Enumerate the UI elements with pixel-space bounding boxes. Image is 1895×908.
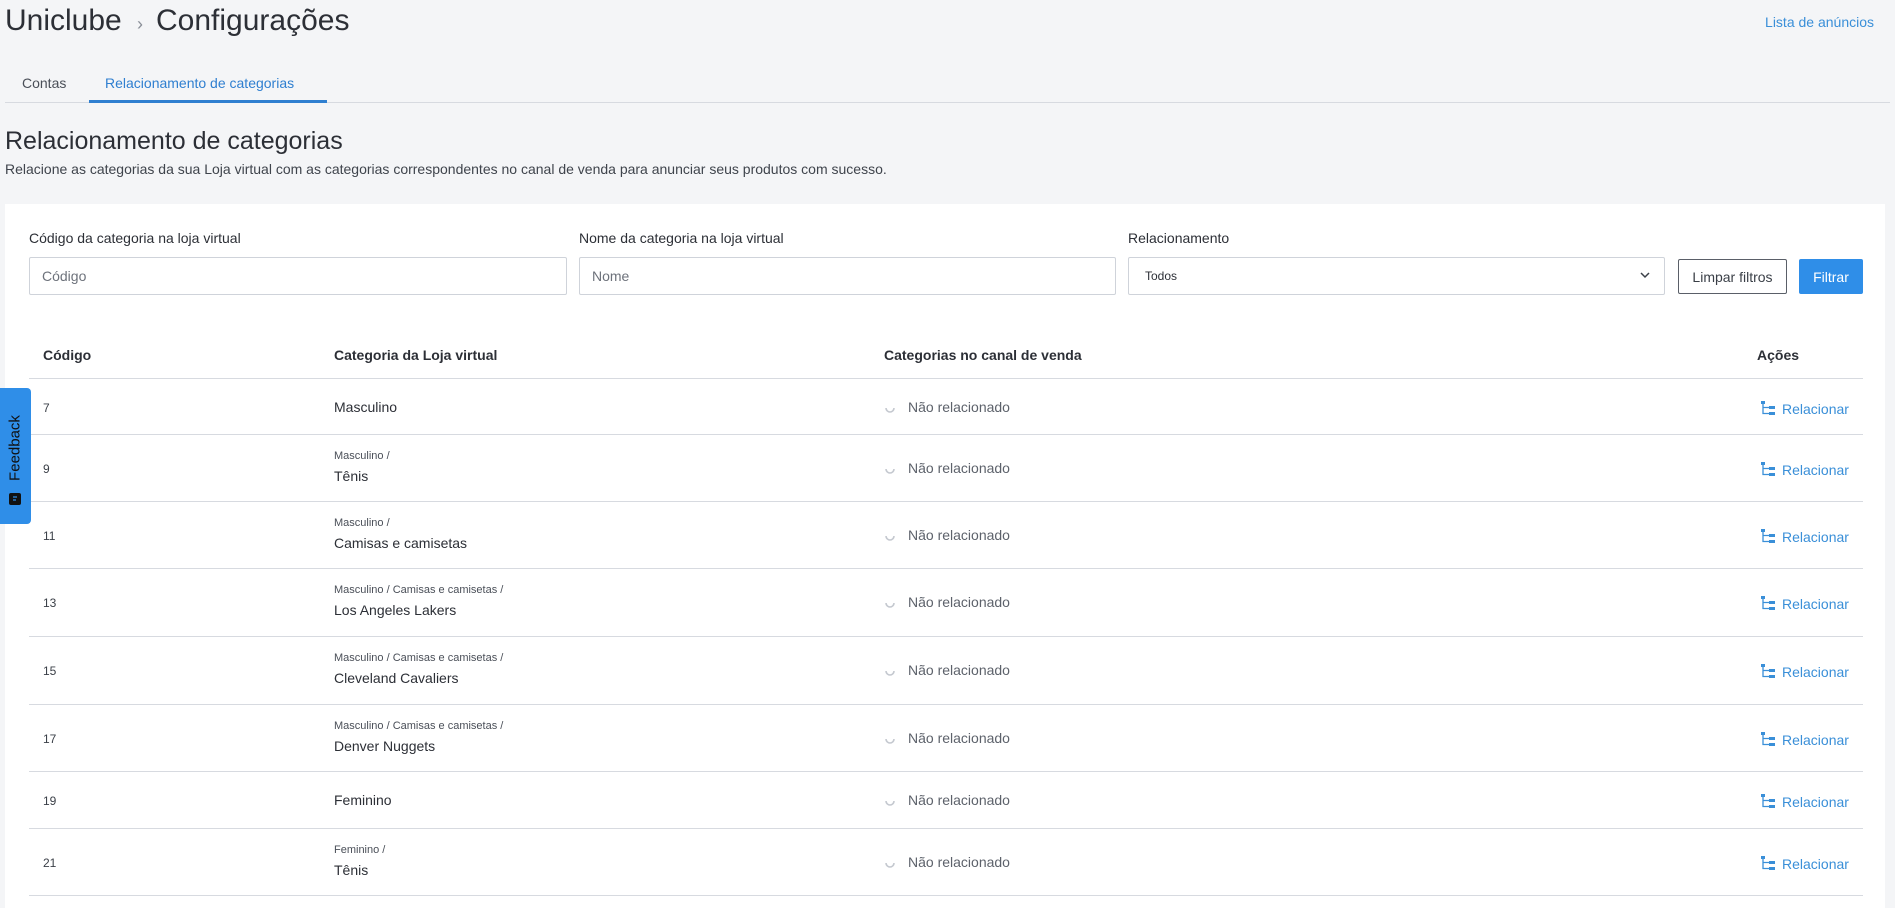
row-code: 19 [43,794,57,808]
row-category-name: Tênis [334,468,369,484]
page-title: Configurações [156,4,350,37]
row-code: 7 [43,401,50,415]
row-category-path: Masculino / [334,450,390,462]
spinner-icon [885,407,895,413]
relation-filter-label: Relacionamento [1128,230,1230,246]
relate-button-label: Relacionar [1782,664,1849,680]
row-status: Não relacionado [908,594,1010,610]
row-category-name: Cleveland Cavaliers [334,670,459,686]
sitemap-icon [1761,529,1775,543]
relate-button-label: Relacionar [1782,596,1849,612]
row-code: 9 [43,462,50,476]
header-channel-categories: Categorias no canal de venda [884,347,1082,363]
relate-button-label: Relacionar [1782,732,1849,748]
chevron-down-icon [1640,272,1650,279]
section-description: Relacione as categorias da sua Loja virt… [5,161,887,177]
row-code: 17 [43,732,57,746]
sitemap-icon [1761,596,1775,610]
row-status: Não relacionado [908,792,1010,808]
name-filter-label: Nome da categoria na loja virtual [579,230,784,246]
tab-bar: Contas Relacionamento de categorias [5,66,1890,103]
sitemap-icon [1761,856,1775,870]
comment-icon [9,493,21,505]
tab-category-relationship[interactable]: Relacionamento de categorias [105,75,294,91]
row-category-name: Feminino [334,792,392,808]
row-category-path: Masculino / [334,517,390,529]
row-category-name: Camisas e camisetas [334,535,468,551]
spinner-icon [885,800,895,806]
header-code: Código [43,347,92,363]
relate-button-label: Relacionar [1782,794,1849,810]
row-code: 21 [43,856,57,870]
sitemap-icon [1761,664,1775,678]
relation-filter-value: Todos [1145,269,1178,283]
table-row: 7 Masculino Não relacionado Relacionar [29,380,1863,435]
table-row: 19 Feminino Não relacionado Relacionar [29,772,1863,829]
row-category-path: Masculino / Camisas e camisetas / [334,584,504,596]
row-category-path: Masculino / Camisas e camisetas / [334,720,504,732]
spinner-icon [885,670,895,676]
row-code: 11 [43,529,56,543]
relate-button-label: Relacionar [1782,856,1849,872]
active-tab-indicator [89,100,327,103]
table-row: 13 Masculino / Camisas e camisetas / Los A… [29,569,1863,637]
relate-button-label: Relacionar [1782,529,1849,545]
code-filter-label: Código da categoria na loja virtual [29,230,241,246]
top-bar: Uniclube › Configurações Lista de anúnci… [0,0,1895,44]
row-category-path: Masculino / Camisas e camisetas / [334,652,504,664]
spinner-icon [885,602,895,608]
row-category-name: Masculino [334,399,398,415]
feedback-tab[interactable]: Feedback [0,388,31,524]
relate-button-label: Relacionar [1782,401,1849,417]
table-row: 15 Masculino / Camisas e camisetas / Cleve… [29,637,1863,705]
row-code: 15 [43,664,57,678]
breadcrumb-root[interactable]: Uniclube [5,4,122,38]
sitemap-icon [1761,462,1775,476]
sitemap-icon [1761,794,1775,808]
row-category-name: Los Angeles Lakers [334,602,457,618]
code-filter-input[interactable] [29,257,567,295]
row-status: Não relacionado [908,662,1010,678]
feedback-label: Feedback [6,415,24,481]
filter-button[interactable]: Filtrar [1799,259,1863,294]
table-row: 21 Feminino / Tênis Não relacionado Relacion… [29,829,1863,896]
relate-button-label: Relacionar [1782,462,1849,478]
clear-filters-button[interactable]: Limpar filtros [1678,259,1787,294]
sitemap-icon [1761,732,1775,746]
table-header: Código Categoria da Loja virtual Categor… [29,340,1863,379]
row-status: Não relacionado [908,854,1010,870]
spinner-icon [885,738,895,744]
row-category-name: Tênis [334,862,369,878]
header-store-category: Categoria da Loja virtual [334,347,498,363]
spinner-icon [885,468,895,474]
spinner-icon [885,535,895,541]
spinner-icon [885,862,895,868]
row-status: Não relacionado [908,527,1010,543]
table-row: 11 Masculino / Camisas e camisetas Não rela… [29,502,1863,569]
sitemap-icon [1761,401,1775,415]
section-title: Relacionamento de categorias [5,127,343,155]
row-category-name: Denver Nuggets [334,738,436,754]
ads-list-link[interactable]: Lista de anúncios [1765,14,1874,30]
table-row: 9 Masculino / Tênis Não relacionado Relacion… [29,435,1863,502]
header-actions: Ações [1757,347,1800,363]
row-category-path: Feminino / [334,844,386,856]
breadcrumb-separator: › [137,14,143,34]
row-status: Não relacionado [908,730,1010,746]
tab-accounts[interactable]: Contas [22,75,66,91]
name-filter-input[interactable] [579,257,1116,295]
row-status: Não relacionado [908,399,1010,415]
relation-filter-select[interactable]: Todos [1128,257,1665,295]
table-row: 17 Masculino / Camisas e camisetas / Denve… [29,705,1863,772]
row-code: 13 [43,596,57,610]
row-status: Não relacionado [908,460,1010,476]
